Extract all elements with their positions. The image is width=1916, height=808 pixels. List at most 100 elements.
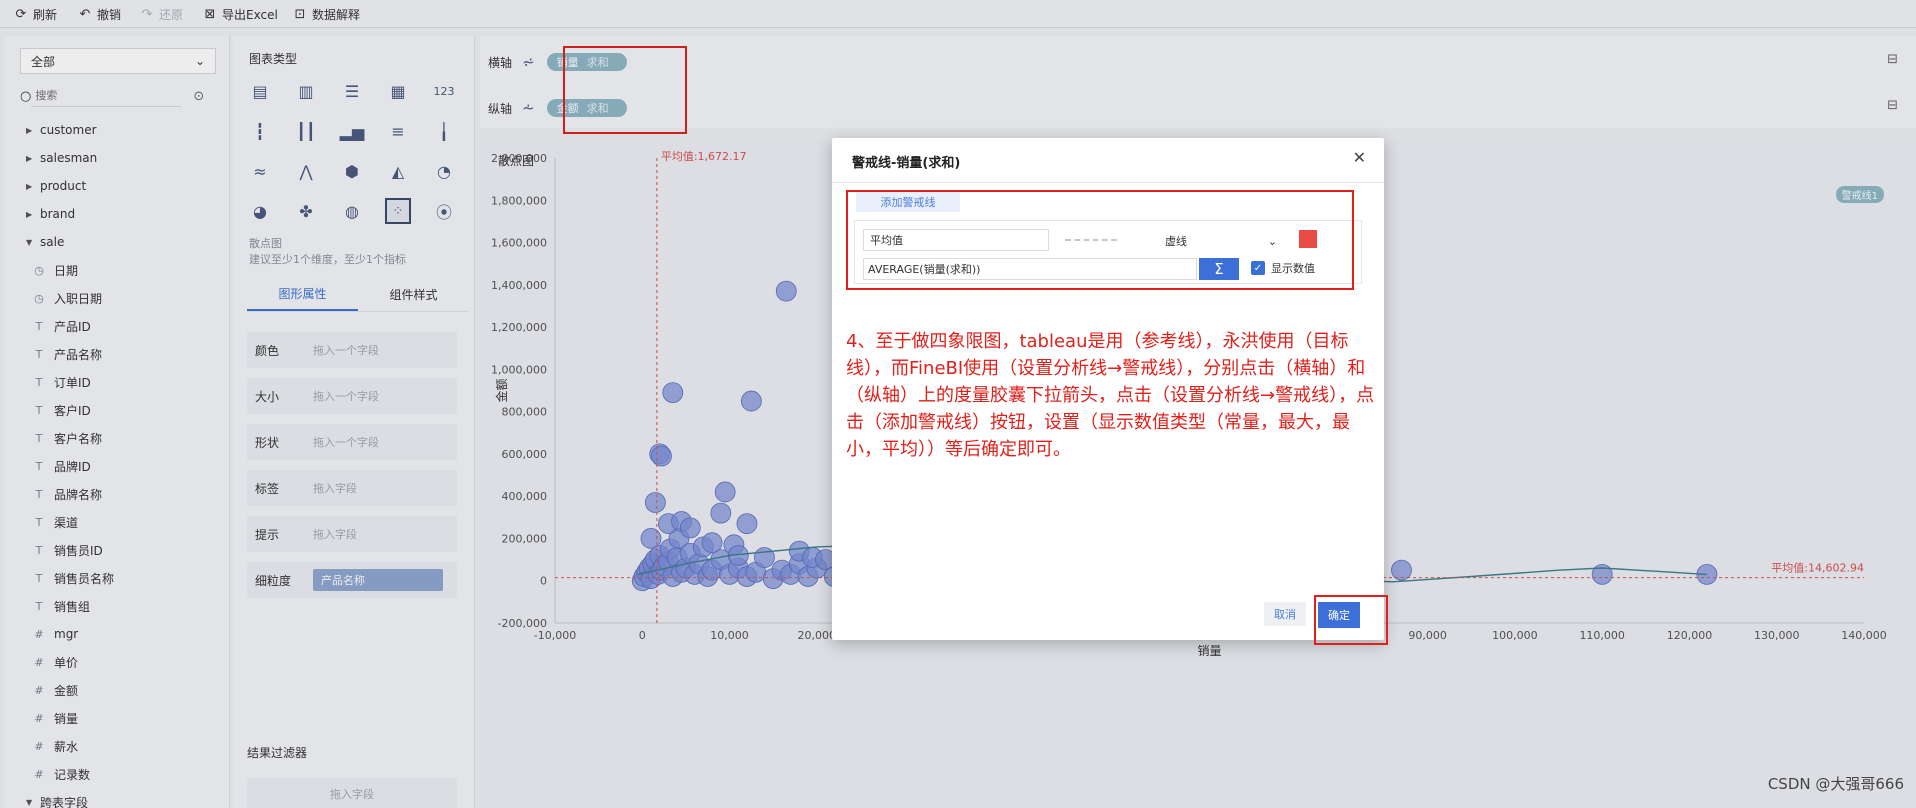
x-tick-label: 140,000 xyxy=(1841,629,1887,642)
undo-button[interactable]: ↶ 撤销 xyxy=(78,4,121,24)
bubble-chart-icon[interactable]: ⦿ xyxy=(431,198,457,224)
prop-label[interactable]: 标签 拖入字段 xyxy=(247,470,457,506)
x-axis-label: 横轴 xyxy=(488,55,513,70)
field-item[interactable]: T 客户ID xyxy=(4,396,230,424)
field-item[interactable]: T 销售组 xyxy=(4,592,230,620)
area-chart-icon[interactable]: ◭ xyxy=(385,158,411,184)
crosstab-chart-icon[interactable]: ▥ xyxy=(293,78,319,104)
field-item-label: 薪水 xyxy=(54,739,79,754)
kpi-chart-icon[interactable]: 123 xyxy=(431,78,457,104)
granularity-pill[interactable]: 产品名称 xyxy=(313,569,443,591)
field-item[interactable]: # 单价 xyxy=(4,648,230,676)
caret-down-icon: ▼ xyxy=(26,797,33,807)
field-item[interactable]: T 品牌名称 xyxy=(4,480,230,508)
field-item-label: 记录数 xyxy=(54,767,91,782)
field-item[interactable]: T 销售员名称 xyxy=(4,564,230,592)
tab-component-style[interactable]: 组件样式 xyxy=(358,278,469,311)
field-item[interactable]: ◷ 日期 xyxy=(4,256,230,284)
grouped-bar-icon[interactable]: ┃┃ xyxy=(293,118,319,144)
refresh-button[interactable]: ⟳ 刷新 xyxy=(14,4,57,24)
y-tick-label: 1,800,000 xyxy=(491,194,547,207)
number-field-icon: # xyxy=(34,767,44,781)
field-item[interactable]: # mgr xyxy=(4,620,230,648)
y-tick-label: 200,000 xyxy=(502,532,548,545)
result-filter-dropzone[interactable]: 拖入字段 xyxy=(247,778,457,808)
text-field-icon: T xyxy=(35,543,43,557)
range-bar-icon[interactable]: ╽ xyxy=(431,118,457,144)
rose-chart-icon[interactable]: ✤ xyxy=(293,198,319,224)
chevron-down-icon: ⌄ xyxy=(194,54,205,68)
lock-icon[interactable]: ⊟ xyxy=(1887,98,1898,113)
x-tick-label: 130,000 xyxy=(1754,629,1800,642)
field-item[interactable]: T 渠道 xyxy=(4,508,230,536)
prop-size[interactable]: 大小 拖入一个字段 xyxy=(247,378,457,414)
scatter-point xyxy=(662,382,684,404)
bar-chart-icon[interactable]: ▂▅ xyxy=(339,118,365,144)
y-tick-label: 0 xyxy=(540,575,547,588)
field-item-label: 日期 xyxy=(54,263,79,278)
more-icon[interactable]: ⊙ xyxy=(193,89,204,104)
y-tick-label: 2,000,000 xyxy=(491,152,547,165)
field-group[interactable]: ▶ product xyxy=(4,172,230,200)
field-item[interactable]: T 客户名称 xyxy=(4,424,230,452)
chart-type-title: 图表类型 xyxy=(249,52,298,66)
number-field-icon: # xyxy=(34,683,44,697)
line-chart-icon[interactable]: ⋀ xyxy=(293,158,319,184)
radar-chart-icon[interactable]: ⬢ xyxy=(339,158,365,184)
horizontal-bar-icon[interactable]: ≡ xyxy=(385,118,411,144)
field-item[interactable]: T 品牌ID xyxy=(4,452,230,480)
prop-shape[interactable]: 形状 拖入一个字段 xyxy=(247,424,457,460)
field-item[interactable]: T 产品名称 xyxy=(4,340,230,368)
x-tick-label: 0 xyxy=(639,629,646,642)
cancel-button[interactable]: 取消 xyxy=(1264,602,1306,626)
table-chart-icon[interactable]: ▤ xyxy=(247,78,273,104)
axis-shelf: 横轴 ⩫ 销量 求和 ⊟ 纵轴 ⩪ 金额 求和 ⊟ xyxy=(480,36,1916,128)
field-item-label: 单价 xyxy=(54,655,79,670)
gauge-chart-icon[interactable]: ◔ xyxy=(431,158,457,184)
export-excel-button[interactable]: ⊠ 导出Excel xyxy=(203,4,278,24)
pie-chart-icon[interactable]: ◕ xyxy=(247,198,273,224)
prop-color[interactable]: 颜色 拖入一个字段 xyxy=(247,332,457,368)
tab-graphic-attributes[interactable]: 图形属性 xyxy=(247,278,358,311)
field-group[interactable]: ▶ salesman xyxy=(4,144,230,172)
property-tabs: 图形属性 组件样式 xyxy=(247,278,469,312)
field-item[interactable]: # 金额 xyxy=(4,676,230,704)
close-icon[interactable]: ✕ xyxy=(1353,148,1366,167)
field-group[interactable]: ▶ customer xyxy=(4,116,230,144)
wave-chart-icon[interactable]: ≈ xyxy=(247,158,273,184)
dialog-divider xyxy=(832,182,1384,183)
field-item[interactable]: # 薪水 xyxy=(4,732,230,760)
field-group-label: salesman xyxy=(40,151,98,165)
field-item-label: 订单ID xyxy=(54,375,91,390)
caret-right-icon: ▶ xyxy=(26,125,33,135)
lock-icon[interactable]: ⊟ xyxy=(1887,52,1898,67)
scatter-chart-icon[interactable]: ⁘ xyxy=(385,198,411,224)
search-icon: ○ xyxy=(20,88,32,104)
prop-tooltip[interactable]: 提示 拖入字段 xyxy=(247,516,457,552)
field-item[interactable]: # 记录数 xyxy=(4,760,230,788)
text-field-icon: T xyxy=(35,515,43,529)
toolbar: ⟳ 刷新 ↶ 撤销 ↷ 还原 ⊠ 导出Excel ⊡ 数据解释 xyxy=(0,0,1916,28)
scatter-point xyxy=(701,532,723,554)
stacked-bar-icon[interactable]: ┇ xyxy=(247,118,273,144)
detail-table-icon[interactable]: ☰ xyxy=(339,78,365,104)
dataset-selector[interactable]: 全部 ⌄ xyxy=(20,48,216,74)
highlight-box-ok xyxy=(1314,595,1388,645)
field-panel: 全部 ⌄ ○ ⊙ ▶ customer ▶ salesman ▶ product ▶ bran… xyxy=(4,36,230,808)
redo-button[interactable]: ↷ 还原 xyxy=(140,4,183,24)
field-group[interactable]: ▶ brand xyxy=(4,200,230,228)
field-item[interactable]: T 产品ID xyxy=(4,312,230,340)
field-group-cross-table[interactable]: ▼ 跨表字段 xyxy=(4,788,230,808)
field-item[interactable]: T 订单ID xyxy=(4,368,230,396)
data-explain-button[interactable]: ⊡ 数据解释 xyxy=(293,4,360,24)
search-input[interactable] xyxy=(31,85,182,107)
dashboard-chart-icon[interactable]: ▦ xyxy=(385,78,411,104)
map-chart-icon[interactable]: ◍ xyxy=(339,198,365,224)
field-item[interactable]: # 销量 xyxy=(4,704,230,732)
field-item[interactable]: ◷ 入职日期 xyxy=(4,284,230,312)
scatter-point xyxy=(644,492,666,513)
number-field-icon: # xyxy=(34,627,44,641)
field-group-expanded[interactable]: ▼ sale xyxy=(4,228,230,256)
prop-granularity[interactable]: 细粒度 产品名称 xyxy=(247,562,457,598)
field-item[interactable]: T 销售员ID xyxy=(4,536,230,564)
